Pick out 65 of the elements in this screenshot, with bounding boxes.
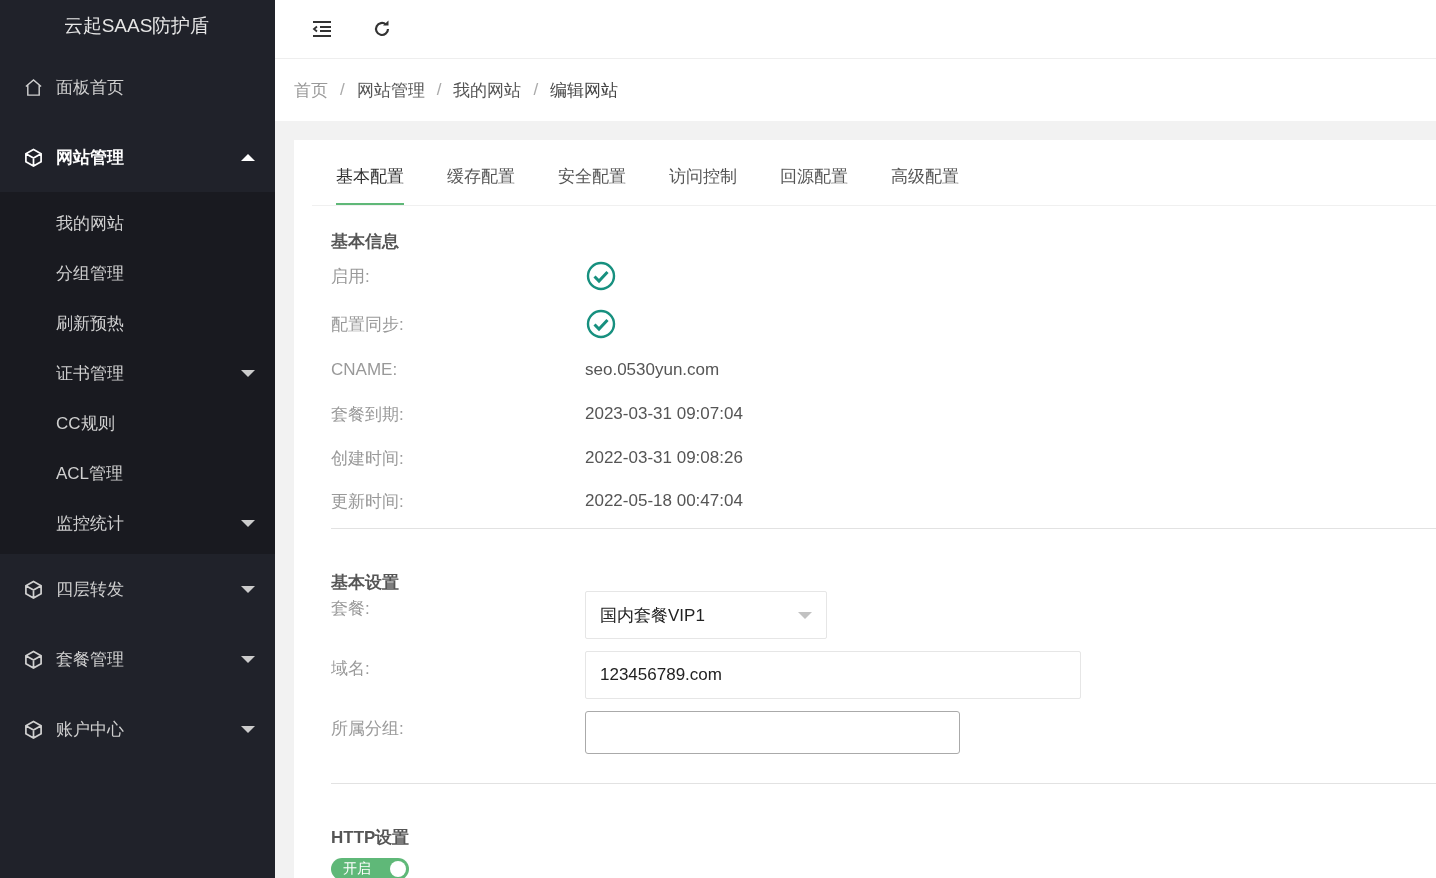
sidebar-item[interactable]: 账户中心: [0, 694, 275, 764]
field-value: 2023-03-31 09:07:04: [585, 404, 743, 424]
sidebar-subitem[interactable]: 监控统计: [0, 498, 275, 548]
sidebar-item[interactable]: 面板首页: [0, 52, 275, 122]
sidebar-item-label: 四层转发: [56, 578, 125, 601]
tab[interactable]: 回源配置: [780, 140, 848, 205]
breadcrumb-link[interactable]: 网站管理: [356, 78, 425, 102]
field-label: 套餐到期:: [331, 403, 405, 426]
tab[interactable]: 安全配置: [558, 140, 626, 205]
field-label: 所属分组:: [331, 718, 405, 740]
tab[interactable]: 高级配置: [891, 140, 959, 205]
sidebar-item-label: 套餐管理: [56, 648, 125, 671]
breadcrumb-separator: /: [340, 80, 345, 100]
cube-icon: [24, 147, 43, 167]
sidebar-subitem-label: 证书管理: [56, 362, 125, 385]
breadcrumb-separator: /: [436, 80, 442, 100]
refresh-icon[interactable]: [372, 19, 392, 39]
cube-icon: [24, 719, 43, 739]
sidebar-subitem-label: 分组管理: [56, 262, 125, 285]
section-title: HTTP设置: [331, 827, 411, 848]
sidebar-subitem[interactable]: 证书管理: [0, 348, 275, 398]
input-field[interactable]: 123456789.com: [585, 651, 1081, 699]
app-logo-text: 云起SAAS防护盾: [62, 14, 211, 38]
sidebar-subitem-label: CC规则: [56, 412, 116, 435]
home-icon: [24, 77, 43, 97]
field-value: 2022-03-31 09:08:26: [585, 448, 743, 468]
sidebar-subitem[interactable]: CC规则: [0, 398, 275, 448]
sidebar-subitem-label: 我的网站: [56, 212, 125, 235]
caret-icon: [798, 611, 812, 619]
input-field[interactable]: [585, 711, 960, 754]
sidebar-item[interactable]: 四层转发: [0, 554, 275, 624]
sidebar-subitem[interactable]: 我的网站: [0, 198, 275, 248]
field-label: 配置同步:: [331, 313, 405, 336]
breadcrumb-link[interactable]: 编辑网站: [550, 78, 619, 102]
sidebar-subitem-label: ACL管理: [56, 462, 125, 485]
sidebar-item[interactable]: 套餐管理: [0, 624, 275, 694]
breadcrumb-link[interactable]: 我的网站: [453, 78, 522, 102]
sidebar-item-label: 账户中心: [56, 718, 125, 741]
field-label: 套餐:: [331, 598, 371, 620]
breadcrumb-separator: /: [533, 80, 539, 100]
cube-icon: [24, 579, 43, 599]
tab[interactable]: 访问控制: [669, 140, 737, 205]
field-label: 创建时间:: [331, 447, 405, 470]
field-label: CNAME:: [331, 360, 399, 380]
sidebar-subitem[interactable]: 分组管理: [0, 248, 275, 298]
sidebar-subitem-label: 刷新预热: [56, 312, 125, 335]
tab[interactable]: 基本配置: [336, 140, 404, 205]
cube-icon: [24, 649, 43, 669]
sidebar-subitem[interactable]: 刷新预热: [0, 298, 275, 348]
section-title: 基本信息: [331, 231, 400, 252]
field-label: 域名:: [331, 658, 371, 680]
select-dropdown[interactable]: 国内套餐VIP1: [585, 591, 827, 639]
sidebar-item[interactable]: 网站管理: [0, 122, 275, 192]
field-label: 更新时间:: [331, 490, 405, 513]
field-value: seo.0530yun.com: [585, 360, 720, 380]
sidebar-item-label: 面板首页: [56, 76, 125, 99]
menu-collapse-icon[interactable]: [312, 19, 332, 39]
sidebar-item-label: 网站管理: [56, 146, 125, 169]
section-title: 基本设置: [331, 572, 400, 593]
field-label: 启用:: [331, 265, 371, 288]
field-value: 2022-05-18 00:47:04: [585, 491, 743, 511]
select-value: 国内套餐VIP1: [600, 604, 705, 627]
sidebar-subitem[interactable]: ACL管理: [0, 448, 275, 498]
tab[interactable]: 缓存配置: [447, 140, 515, 205]
sidebar-subitem-label: 监控统计: [56, 512, 125, 535]
